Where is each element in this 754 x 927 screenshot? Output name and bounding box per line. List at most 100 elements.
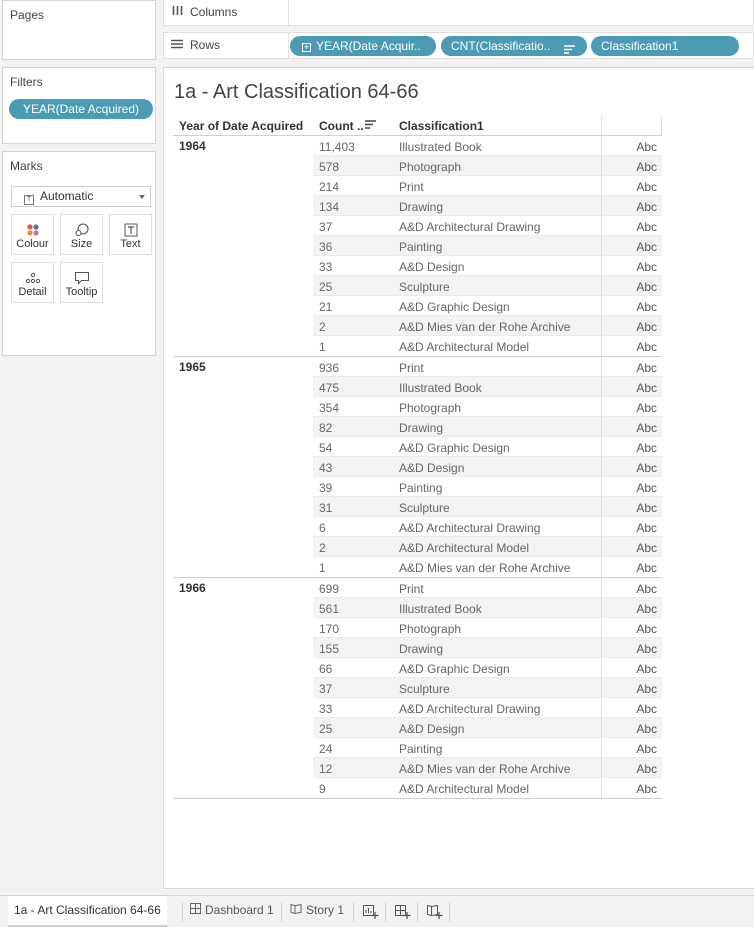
expand-icon[interactable]: + — [302, 43, 311, 52]
classification-cell: A&D Design — [399, 260, 465, 274]
table-row[interactable]: 36 Painting Abc — [313, 236, 662, 256]
new-worksheet-icon[interactable] — [362, 903, 380, 921]
table-row[interactable]: 37 A&D Architectural Drawing Abc — [313, 216, 662, 236]
count-cell: 2 — [319, 320, 326, 334]
column-divider — [601, 758, 602, 777]
table-row[interactable]: 9 A&D Architectural Model Abc — [313, 778, 662, 798]
table-row[interactable]: 11,403 Illustrated Book Abc — [313, 136, 662, 156]
table-row[interactable]: 699 Print Abc — [313, 578, 662, 598]
colour-card[interactable]: Colour — [11, 214, 54, 255]
year-label[interactable]: 1964 — [179, 139, 206, 153]
count-cell: 39 — [319, 481, 333, 495]
rows-icon — [171, 34, 183, 59]
text-card[interactable]: Text — [109, 214, 152, 255]
filter-pill-year[interactable]: YEAR(Date Acquired) — [9, 99, 153, 119]
size-card[interactable]: Size — [60, 214, 103, 255]
table-row[interactable]: 43 A&D Design Abc — [313, 457, 662, 477]
header-count[interactable]: Count .. — [319, 119, 364, 133]
table-row[interactable]: 66 A&D Graphic Design Abc — [313, 658, 662, 678]
table-row[interactable]: 25 A&D Design Abc — [313, 718, 662, 738]
crosstab-body: 1964 11,403 Illustrated Book Abc 578 Photogra… — [173, 135, 662, 798]
table-row[interactable]: 155 Drawing Abc — [313, 638, 662, 658]
classification-cell: Drawing — [399, 200, 444, 214]
tab-story[interactable]: Story 1 — [284, 896, 350, 927]
detail-card[interactable]: Detail — [11, 262, 54, 303]
table-row[interactable]: 31 Sculpture Abc — [313, 497, 662, 517]
tab-worksheet[interactable]: 1a - Art Classification 64-66 — [8, 896, 167, 927]
header-year[interactable]: Year of Date Acquired — [179, 119, 303, 133]
table-row[interactable]: 2 A&D Architectural Model Abc — [313, 537, 662, 557]
table-row[interactable]: 561 Illustrated Book Abc — [313, 598, 662, 618]
row-pill-classification[interactable]: Classification1 — [591, 36, 739, 56]
pages-title: Pages — [10, 8, 45, 22]
abc-cell: Abc — [636, 421, 657, 435]
table-row[interactable]: 82 Drawing Abc — [313, 417, 662, 437]
table-row[interactable]: 475 Illustrated Book Abc — [313, 377, 662, 397]
classification-cell: A&D Graphic Design — [399, 441, 510, 455]
classification-cell: Illustrated Book — [399, 140, 482, 154]
classification-cell: A&D Architectural Model — [399, 541, 530, 555]
classification-cell: A&D Design — [399, 461, 465, 475]
abc-cell: Abc — [636, 320, 657, 334]
table-row[interactable]: 21 A&D Graphic Design Abc — [313, 296, 662, 316]
table-row[interactable]: 54 A&D Graphic Design Abc — [313, 437, 662, 457]
table-row[interactable]: 578 Photograph Abc — [313, 156, 662, 176]
column-divider — [601, 557, 602, 577]
mark-type-dropdown[interactable]: T Automatic — [11, 186, 151, 207]
table-row[interactable]: 33 A&D Design Abc — [313, 256, 662, 276]
header-classification[interactable]: Classification1 — [399, 119, 484, 133]
column-divider — [601, 296, 602, 315]
count-cell: 37 — [319, 220, 333, 234]
tab-separator — [182, 903, 183, 921]
table-row[interactable]: 25 Sculpture Abc — [313, 276, 662, 296]
table-row[interactable]: 1 A&D Mies van der Rohe Archive Abc — [313, 557, 662, 577]
abc-cell: Abc — [636, 501, 657, 515]
header-divider — [601, 115, 602, 135]
table-row[interactable]: 214 Print Abc — [313, 176, 662, 196]
column-divider — [601, 216, 602, 235]
marks-title: Marks — [10, 159, 43, 173]
year-label[interactable]: 1966 — [179, 581, 206, 595]
year-label[interactable]: 1965 — [179, 360, 206, 374]
table-row[interactable]: 170 Photograph Abc — [313, 618, 662, 638]
tooltip-card[interactable]: Tooltip — [60, 262, 103, 303]
table-row[interactable]: 936 Print Abc — [313, 357, 662, 377]
sort-descending-icon[interactable] — [564, 41, 575, 56]
count-cell: 475 — [319, 381, 340, 395]
table-row[interactable]: 6 A&D Architectural Drawing Abc — [313, 517, 662, 537]
column-divider — [601, 678, 602, 697]
abc-cell: Abc — [636, 702, 657, 716]
new-dashboard-icon[interactable] — [394, 903, 412, 921]
table-row[interactable]: 2 A&D Mies van der Rohe Archive Abc — [313, 316, 662, 336]
abc-cell: Abc — [636, 722, 657, 736]
sort-icon[interactable] — [365, 119, 376, 133]
column-divider — [601, 397, 602, 416]
crosstab: Year of Date Acquired Count .. Classific… — [173, 115, 662, 799]
new-story-icon[interactable] — [426, 903, 444, 921]
table-row[interactable]: 33 A&D Architectural Drawing Abc — [313, 698, 662, 718]
columns-shelf[interactable]: Columns — [163, 0, 754, 26]
table-row[interactable]: 134 Drawing Abc — [313, 196, 662, 216]
table-row[interactable]: 24 Painting Abc — [313, 738, 662, 758]
classification-cell: Painting — [399, 742, 443, 756]
column-divider — [601, 196, 602, 215]
rows-shelf[interactable]: Rows + YEAR(Date Acquir.. CNT(Classificat… — [163, 32, 754, 59]
column-divider — [601, 718, 602, 737]
abc-cell: Abc — [636, 762, 657, 776]
table-row[interactable]: 354 Photograph Abc — [313, 397, 662, 417]
column-divider — [601, 316, 602, 335]
table-row[interactable]: 1 A&D Architectural Model Abc — [313, 336, 662, 356]
column-divider — [601, 658, 602, 677]
column-divider — [601, 377, 602, 396]
classification-cell: Print — [399, 582, 424, 596]
table-row[interactable]: 12 A&D Mies van der Rohe Archive Abc — [313, 758, 662, 778]
classification-cell: A&D Mies van der Rohe Archive — [399, 762, 571, 776]
row-pill-year[interactable]: + YEAR(Date Acquir.. — [290, 36, 436, 56]
tab-dashboard[interactable]: Dashboard 1 — [184, 896, 280, 927]
table-row[interactable]: 37 Sculpture Abc — [313, 678, 662, 698]
tooltip-label: Tooltip — [65, 286, 98, 298]
text-mark-icon: T — [24, 195, 34, 205]
text-label: Text — [120, 238, 141, 250]
table-row[interactable]: 39 Painting Abc — [313, 477, 662, 497]
row-pill-count[interactable]: CNT(Classificatio.. — [441, 36, 587, 56]
